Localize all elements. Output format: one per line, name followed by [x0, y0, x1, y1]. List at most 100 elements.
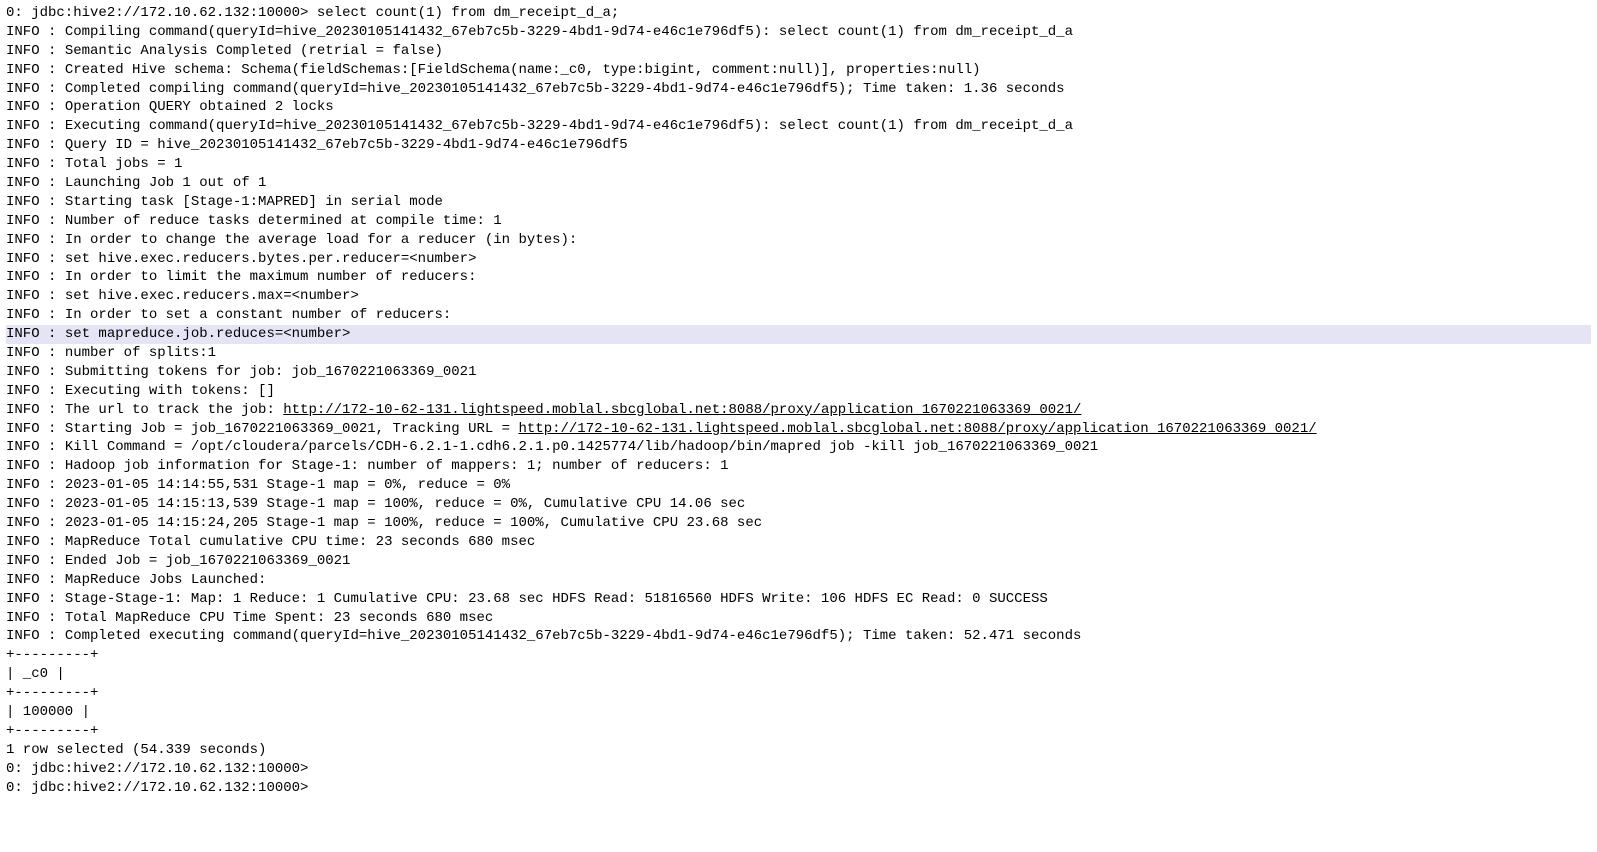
terminal-line: INFO : Starting task [Stage-1:MAPRED] in…: [6, 193, 1591, 212]
terminal-line: 0: jdbc:hive2://172.10.62.132:10000> sel…: [6, 4, 1591, 23]
terminal-line: INFO : Launching Job 1 out of 1: [6, 174, 1591, 193]
terminal-line: | _c0 |: [6, 665, 1591, 684]
terminal-line: INFO : Ended Job = job_1670221063369_002…: [6, 552, 1591, 571]
terminal-line: INFO : 2023-01-05 14:14:55,531 Stage-1 m…: [6, 476, 1591, 495]
line-content: 1 row selected (54.339 seconds): [6, 742, 266, 758]
terminal-line: INFO : Kill Command = /opt/cloudera/parc…: [6, 438, 1591, 457]
terminal-line: INFO : number of splits:1: [6, 344, 1591, 363]
terminal-line: INFO : Query ID = hive_20230105141432_67…: [6, 136, 1591, 155]
line-prefix: INFO :: [6, 43, 65, 59]
line-content: In order to limit the maximum number of …: [65, 269, 477, 285]
line-prefix: INFO :: [6, 515, 65, 531]
line-content: set mapreduce.job.reduces=<number>: [65, 326, 351, 342]
line-content: Number of reduce tasks determined at com…: [65, 213, 502, 229]
line-prefix: INFO :: [6, 591, 65, 607]
line-content: Executing with tokens: []: [65, 383, 275, 399]
line-prefix: INFO :: [6, 402, 65, 418]
line-content: set hive.exec.reducers.max=<number>: [65, 288, 359, 304]
terminal-line: INFO : MapReduce Jobs Launched:: [6, 571, 1591, 590]
line-content: 0: jdbc:hive2://172.10.62.132:10000>: [6, 761, 308, 777]
line-prefix: INFO :: [6, 553, 65, 569]
line-prefix: INFO :: [6, 232, 65, 248]
terminal-output[interactable]: 0: jdbc:hive2://172.10.62.132:10000> sel…: [6, 4, 1591, 797]
terminal-line: +---------+: [6, 646, 1591, 665]
line-prefix: INFO :: [6, 421, 65, 437]
line-content: +---------+: [6, 685, 98, 701]
line-prefix: INFO :: [6, 24, 65, 40]
line-content: Total jobs = 1: [65, 156, 183, 172]
line-prefix: 0: jdbc:hive2://172.10.62.132:10000>: [6, 5, 317, 21]
line-prefix: INFO :: [6, 156, 65, 172]
line-content: Starting task [Stage-1:MAPRED] in serial…: [65, 194, 443, 210]
line-prefix: INFO :: [6, 62, 65, 78]
line-content: | _c0 |: [6, 666, 65, 682]
terminal-line: 1 row selected (54.339 seconds): [6, 741, 1591, 760]
terminal-line: INFO : Compiling command(queryId=hive_20…: [6, 23, 1591, 42]
line-content: Starting Job = job_1670221063369_0021, T…: [65, 421, 519, 437]
terminal-line: INFO : 2023-01-05 14:15:24,205 Stage-1 m…: [6, 514, 1591, 533]
terminal-line: INFO : In order to limit the maximum num…: [6, 268, 1591, 287]
terminal-line: INFO : Executing with tokens: []: [6, 382, 1591, 401]
line-content: Query ID = hive_20230105141432_67eb7c5b-…: [65, 137, 628, 153]
terminal-line: INFO : set mapreduce.job.reduces=<number…: [6, 325, 1591, 344]
terminal-line: INFO : MapReduce Total cumulative CPU ti…: [6, 533, 1591, 552]
line-content: 2023-01-05 14:15:24,205 Stage-1 map = 10…: [65, 515, 762, 531]
terminal-line: +---------+: [6, 722, 1591, 741]
line-content: select count(1) from dm_receipt_d_a;: [317, 5, 619, 21]
terminal-line: INFO : Hadoop job information for Stage-…: [6, 457, 1591, 476]
terminal-line: 0: jdbc:hive2://172.10.62.132:10000>: [6, 779, 1591, 798]
tracking-url-link[interactable]: http://172-10-62-131.lightspeed.moblal.s…: [519, 421, 1317, 437]
line-prefix: INFO :: [6, 326, 65, 342]
line-prefix: INFO :: [6, 307, 65, 323]
terminal-line: INFO : In order to set a constant number…: [6, 306, 1591, 325]
terminal-line: INFO : Executing command(queryId=hive_20…: [6, 117, 1591, 136]
line-content: set hive.exec.reducers.bytes.per.reducer…: [65, 251, 477, 267]
line-content: In order to set a constant number of red…: [65, 307, 451, 323]
line-prefix: INFO :: [6, 383, 65, 399]
line-prefix: INFO :: [6, 194, 65, 210]
terminal-line: | 100000 |: [6, 703, 1591, 722]
line-prefix: INFO :: [6, 269, 65, 285]
line-prefix: INFO :: [6, 364, 65, 380]
line-content: Compiling command(queryId=hive_202301051…: [65, 24, 1073, 40]
line-prefix: INFO :: [6, 81, 65, 97]
line-content: number of splits:1: [65, 345, 216, 361]
line-prefix: INFO :: [6, 213, 65, 229]
line-content: Operation QUERY obtained 2 locks: [65, 99, 334, 115]
line-content: Completed executing command(queryId=hive…: [65, 628, 1082, 644]
line-content: Executing command(queryId=hive_202301051…: [65, 118, 1073, 134]
line-prefix: INFO :: [6, 458, 65, 474]
line-prefix: INFO :: [6, 99, 65, 115]
terminal-line: INFO : Operation QUERY obtained 2 locks: [6, 98, 1591, 117]
terminal-line: INFO : Created Hive schema: Schema(field…: [6, 61, 1591, 80]
terminal-line: INFO : Semantic Analysis Completed (retr…: [6, 42, 1591, 61]
tracking-url-link[interactable]: http://172-10-62-131.lightspeed.moblal.s…: [283, 402, 1081, 418]
terminal-line: INFO : Stage-Stage-1: Map: 1 Reduce: 1 C…: [6, 590, 1591, 609]
terminal-line: INFO : Total jobs = 1: [6, 155, 1591, 174]
line-content: Ended Job = job_1670221063369_0021: [65, 553, 351, 569]
line-prefix: INFO :: [6, 572, 65, 588]
terminal-line: INFO : The url to track the job: http://…: [6, 401, 1591, 420]
line-content: 2023-01-05 14:14:55,531 Stage-1 map = 0%…: [65, 477, 510, 493]
terminal-line: +---------+: [6, 684, 1591, 703]
line-prefix: INFO :: [6, 118, 65, 134]
terminal-line: INFO : set hive.exec.reducers.max=<numbe…: [6, 287, 1591, 306]
terminal-line: INFO : Submitting tokens for job: job_16…: [6, 363, 1591, 382]
line-content: MapReduce Total cumulative CPU time: 23 …: [65, 534, 535, 550]
line-prefix: INFO :: [6, 288, 65, 304]
line-prefix: INFO :: [6, 477, 65, 493]
line-content: Total MapReduce CPU Time Spent: 23 secon…: [65, 610, 493, 626]
line-content: Launching Job 1 out of 1: [65, 175, 267, 191]
line-prefix: INFO :: [6, 439, 65, 455]
line-prefix: INFO :: [6, 137, 65, 153]
line-prefix: INFO :: [6, 345, 65, 361]
line-prefix: INFO :: [6, 534, 65, 550]
line-content: Stage-Stage-1: Map: 1 Reduce: 1 Cumulati…: [65, 591, 1048, 607]
terminal-line: INFO : Starting Job = job_1670221063369_…: [6, 420, 1591, 439]
line-content: Kill Command = /opt/cloudera/parcels/CDH…: [65, 439, 1098, 455]
line-content: +---------+: [6, 647, 98, 663]
terminal-line: 0: jdbc:hive2://172.10.62.132:10000>: [6, 760, 1591, 779]
line-content: The url to track the job:: [65, 402, 283, 418]
line-prefix: INFO :: [6, 175, 65, 191]
line-content: Hadoop job information for Stage-1: numb…: [65, 458, 729, 474]
